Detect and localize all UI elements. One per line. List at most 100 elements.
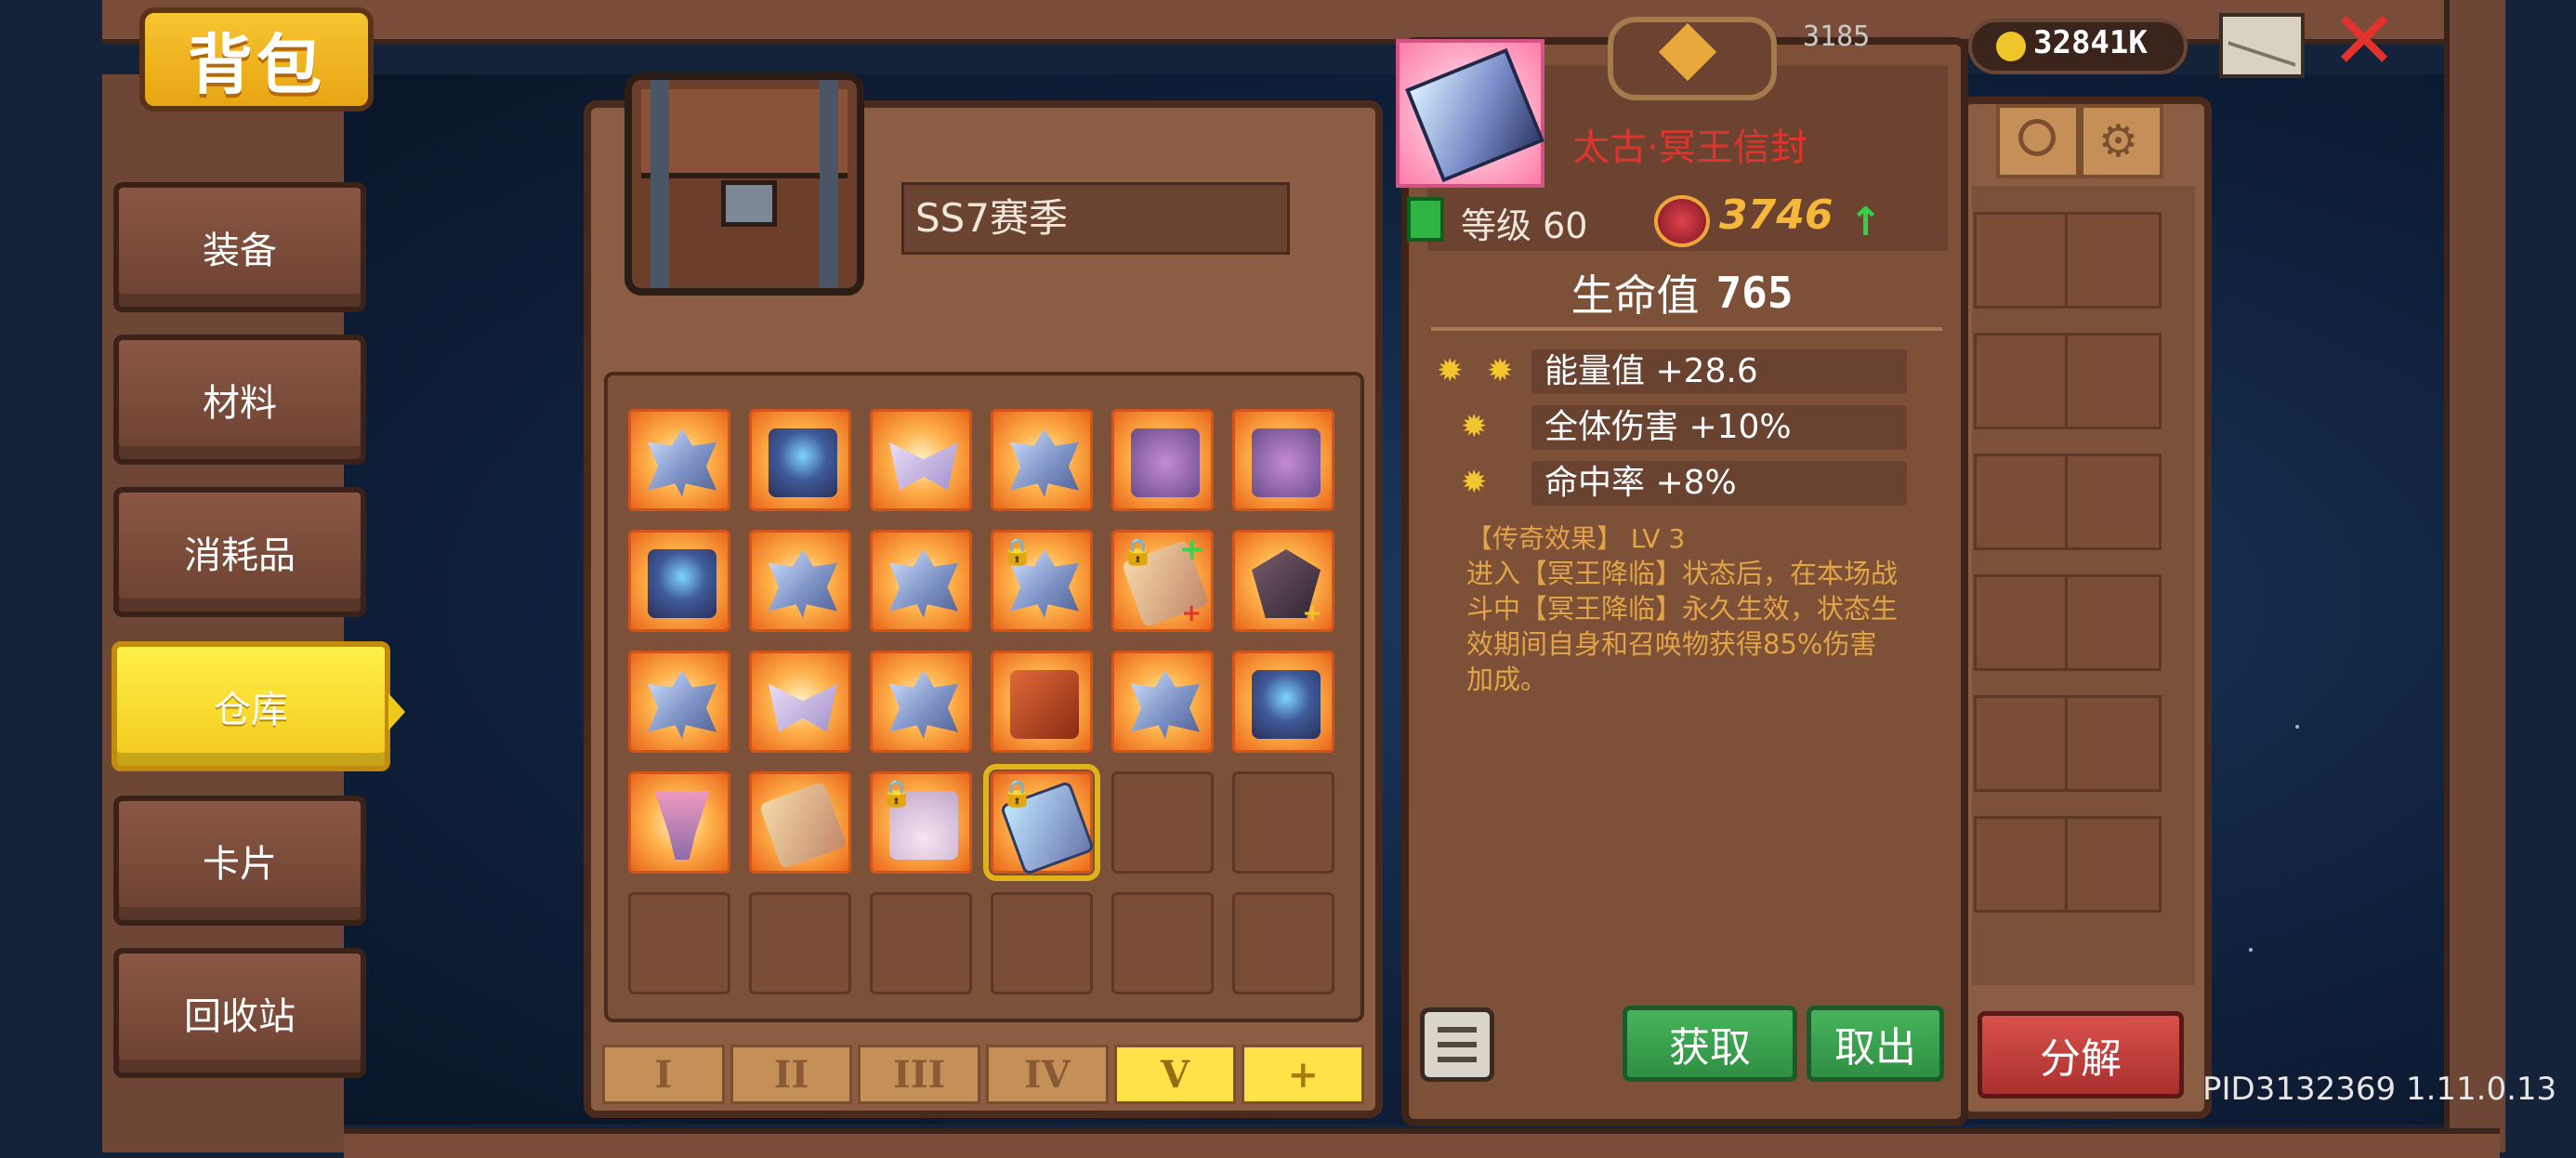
item-slot[interactable] [870, 409, 972, 511]
pot-tab[interactable] [1996, 104, 2080, 178]
empty-slot[interactable] [2065, 695, 2162, 792]
empty-slot[interactable] [628, 892, 730, 994]
settings-tab[interactable]: ⚙ [2080, 104, 2163, 178]
crystal-armor-icon [769, 549, 837, 618]
sidebar-item-label: 装备 [203, 230, 277, 272]
star-icon: ✹ [1461, 408, 1488, 445]
page-tab-5[interactable]: V [1113, 1045, 1237, 1104]
item-slot[interactable] [1232, 651, 1334, 753]
item-slot[interactable] [749, 530, 851, 632]
red-leaf-icon [1010, 670, 1079, 739]
empty-slot[interactable] [2065, 816, 2162, 913]
sidebar-item-consumables[interactable]: 消耗品 [113, 487, 366, 617]
stat-energy: 能量值 +28.6 [1531, 349, 1907, 394]
empty-slot[interactable] [1111, 892, 1214, 994]
page-tab-3[interactable]: III [858, 1045, 981, 1104]
empty-slot[interactable] [749, 892, 851, 994]
item-slot[interactable] [749, 409, 851, 511]
empty-slot[interactable] [1111, 771, 1214, 874]
sidebar-item-cards[interactable]: 卡片 [113, 796, 366, 926]
item-slot[interactable] [628, 651, 730, 753]
item-slot[interactable] [991, 651, 1093, 753]
sidebar-item-warehouse[interactable]: 仓库 [112, 641, 405, 771]
decompose-button[interactable]: 分解 [1978, 1011, 2184, 1099]
item-slot[interactable]: 🔒 [991, 530, 1093, 632]
envelope-icon [1405, 47, 1544, 183]
item-slot[interactable] [749, 651, 851, 753]
crystal-armor-icon [648, 428, 716, 497]
item-slot[interactable] [1111, 651, 1214, 753]
chalice-icon [654, 791, 710, 860]
hp-label: 生命值 [1571, 270, 1700, 321]
add-page-button[interactable]: + [1242, 1045, 1365, 1104]
page-tab-1[interactable]: I [602, 1045, 725, 1104]
page-tab-4[interactable]: IV [986, 1045, 1109, 1104]
item-slot[interactable]: 🔒 [870, 771, 972, 874]
frame-bottom [344, 1128, 2500, 1158]
empty-slot[interactable] [2065, 454, 2162, 550]
empty-slot[interactable] [1974, 212, 2070, 309]
pot-icon [2018, 119, 2056, 156]
item-slot[interactable] [870, 651, 972, 753]
empty-slot[interactable] [991, 892, 1093, 994]
item-slot[interactable] [1232, 409, 1334, 511]
lock-icon: 🔒 [1001, 778, 1033, 809]
sidebar-item-label: 回收站 [184, 995, 296, 1038]
item-slot[interactable] [991, 409, 1093, 511]
crystal-bowl-icon [1252, 670, 1321, 739]
hp-row: 生命值 765 [1422, 260, 1942, 325]
item-slot[interactable] [1111, 409, 1214, 511]
item-slot[interactable] [749, 771, 851, 874]
page-tab-2[interactable]: II [729, 1045, 853, 1104]
list-menu-button[interactable] [1420, 1007, 1494, 1082]
stat-accuracy: 命中率 +8% [1531, 461, 1907, 506]
star-icon: ✹ [1461, 464, 1488, 501]
empty-slot[interactable] [2065, 212, 2162, 309]
power-value: 3746 [1719, 191, 1833, 239]
crystal-armor-icon [1131, 670, 1200, 739]
upgrade-plus-icon: + [1178, 531, 1206, 568]
sidebar-item-label: 消耗品 [184, 534, 296, 577]
sidebar-item-label: 卡片 [203, 843, 277, 886]
gem-count: 3185 [1803, 20, 1871, 53]
item-slot[interactable]: + [1232, 530, 1334, 632]
stat-damage: 全体伤害 +10% [1531, 405, 1907, 450]
arrow-up-icon: ↑ [1849, 199, 1883, 244]
divider [1431, 327, 1942, 331]
wing-icon [889, 441, 958, 491]
sidebar-item-equipment[interactable]: 装备 [113, 182, 366, 312]
item-slot[interactable] [628, 530, 730, 632]
legendary-effect-text: 进入【冥王降临】状态后，在本场战斗中【冥王降临】永久生效，状态生效期间自身和召唤… [1466, 558, 1899, 695]
empty-slot[interactable] [1974, 695, 2070, 792]
empty-slot[interactable] [2065, 574, 2162, 671]
item-slot[interactable]: 🔒 + + [1111, 530, 1214, 632]
acquire-button[interactable]: 获取 [1623, 1006, 1797, 1082]
item-slot-selected[interactable]: 🔒 [983, 764, 1100, 881]
mail-button[interactable] [2219, 13, 2305, 78]
close-button[interactable]: ✕ [2323, 1, 2405, 82]
item-slot[interactable] [870, 530, 972, 632]
empty-slot[interactable] [1232, 771, 1334, 874]
season-name-field[interactable]: SS7赛季 [901, 182, 1290, 255]
crystal-armor-icon [889, 670, 958, 739]
treasure-chest-icon [624, 72, 864, 296]
pouch-icon [1131, 428, 1200, 497]
empty-slot[interactable] [1974, 454, 2070, 550]
pouch-icon [1252, 428, 1321, 497]
empty-slot[interactable] [1974, 574, 2070, 671]
item-slot[interactable] [628, 771, 730, 874]
empty-slot[interactable] [1974, 333, 2070, 429]
star-icon: ✹ [1437, 352, 1464, 389]
empty-slot[interactable] [870, 892, 972, 994]
sidebar-item-materials[interactable]: 材料 [113, 335, 366, 465]
empty-slot[interactable] [2065, 333, 2162, 429]
take-out-button[interactable]: 取出 [1807, 1006, 1944, 1082]
empty-slot[interactable] [1232, 892, 1334, 994]
frame-right [2444, 0, 2505, 1152]
crystal-armor-icon [1010, 428, 1079, 497]
hp-value: 765 [1715, 268, 1794, 318]
empty-slot[interactable] [1974, 816, 2070, 913]
sidebar-item-recycle-bin[interactable]: 回收站 [113, 948, 366, 1078]
gold-plus-icon: + [1302, 599, 1322, 627]
item-slot[interactable] [628, 409, 730, 511]
